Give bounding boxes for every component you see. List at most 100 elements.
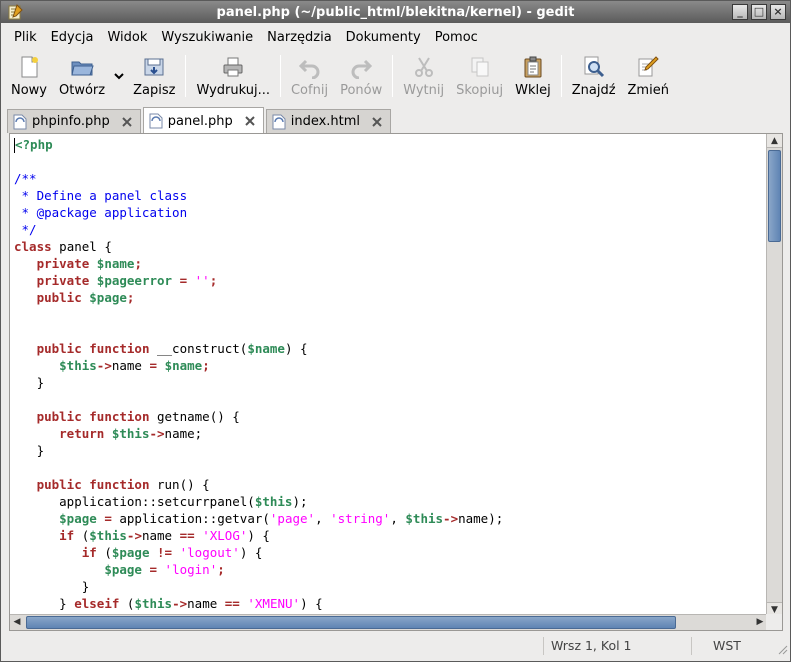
code-line[interactable]: $page = 'login';: [14, 561, 764, 578]
code-token: * @package application: [14, 205, 188, 220]
code-token: }: [14, 579, 90, 594]
copy-button[interactable]: Skopiuj: [450, 51, 509, 98]
scroll-left-arrow-icon[interactable]: ◀: [10, 615, 24, 630]
code-token: * Define a panel class: [14, 188, 188, 203]
open-recent-dropdown[interactable]: [111, 51, 127, 103]
code-token: ;: [202, 358, 210, 373]
code-token: =: [149, 562, 158, 577]
code-token: (: [74, 528, 90, 543]
code-line[interactable]: [14, 153, 764, 170]
code-line[interactable]: }: [14, 442, 764, 459]
horizontal-scrollbar[interactable]: ◀ ▶: [10, 614, 767, 630]
code-token: ) {: [247, 528, 270, 543]
code-line[interactable]: }: [14, 578, 764, 595]
replace-button[interactable]: Zmień: [622, 51, 675, 98]
code-token: __construct(: [149, 341, 248, 356]
code-token: =: [149, 358, 158, 373]
tab-phpinfo-php[interactable]: phpinfo.php: [7, 109, 141, 133]
close-tab-icon[interactable]: [243, 114, 257, 128]
cut-button[interactable]: Wytnij: [397, 51, 450, 98]
code-line[interactable]: class panel {: [14, 238, 764, 255]
new-button[interactable]: Nowy: [5, 51, 53, 98]
code-token: return: [59, 426, 105, 441]
code-line[interactable]: public function getname() {: [14, 408, 764, 425]
menu-view[interactable]: Widok: [100, 30, 154, 45]
horizontal-scroll-thumb[interactable]: [26, 616, 676, 629]
code-token: ;: [217, 562, 225, 577]
code-line[interactable]: * Define a panel class: [14, 187, 764, 204]
close-tab-icon[interactable]: [120, 115, 134, 129]
code-token: */: [14, 222, 37, 237]
code-line[interactable]: [14, 459, 764, 476]
close-window-button[interactable]: ×: [770, 4, 786, 20]
code-line[interactable]: application::setcurrpanel($this);: [14, 493, 764, 510]
code-token: name: [111, 358, 150, 373]
scrollbar-corner: [766, 614, 782, 630]
code-token: $this: [254, 494, 293, 509]
minimize-button[interactable]: _: [732, 4, 748, 20]
menu-tools[interactable]: Narzędzia: [260, 30, 339, 45]
vertical-scroll-thumb[interactable]: [768, 150, 781, 242]
code-token: function: [89, 341, 150, 356]
open-folder-icon: [71, 61, 94, 76]
code-token: ->: [96, 358, 112, 373]
menu-documents[interactable]: Dokumenty: [339, 30, 428, 45]
menu-file[interactable]: Plik: [7, 30, 44, 45]
close-tab-icon[interactable]: [370, 115, 384, 129]
code-text-area[interactable]: <?php /** * Define a panel class * @pack…: [14, 136, 764, 612]
code-line[interactable]: }: [14, 374, 764, 391]
code-token: application::getvar(: [111, 511, 270, 526]
code-token: public: [36, 477, 82, 492]
code-editor[interactable]: <?php /** * Define a panel class * @pack…: [9, 133, 783, 631]
title-bar[interactable]: panel.php (~/public_html/blekitna/kernel…: [1, 1, 790, 23]
scroll-right-arrow-icon[interactable]: ▶: [753, 615, 767, 630]
printer-icon: [223, 57, 243, 77]
code-line[interactable]: if ($page != 'logout') {: [14, 544, 764, 561]
code-token: ->: [443, 511, 459, 526]
code-line[interactable]: private $name;: [14, 255, 764, 272]
menu-edit[interactable]: Edycja: [44, 30, 101, 45]
code-line[interactable]: <?php: [14, 136, 764, 153]
code-line[interactable]: $page = application::getvar('page', 'str…: [14, 510, 764, 527]
new-document-icon: [21, 56, 38, 78]
redo-button[interactable]: Ponów: [334, 51, 388, 98]
insert-mode[interactable]: WST: [713, 638, 741, 653]
vertical-scrollbar[interactable]: ▲ ▼: [766, 134, 782, 616]
undo-button[interactable]: Cofnij: [285, 51, 334, 98]
code-token: ->: [126, 528, 142, 543]
code-token: ,: [390, 511, 406, 526]
php-file-icon: [13, 114, 27, 129]
print-button[interactable]: Wydrukuj...: [190, 51, 276, 98]
code-line[interactable]: public function __construct($name) {: [14, 340, 764, 357]
maximize-button[interactable]: □: [751, 4, 767, 20]
code-line[interactable]: [14, 306, 764, 323]
code-line[interactable]: /**: [14, 170, 764, 187]
code-line[interactable]: [14, 323, 764, 340]
code-line[interactable]: private $pageerror = '';: [14, 272, 764, 289]
code-line[interactable]: public $page;: [14, 289, 764, 306]
code-token: <?php: [15, 137, 53, 152]
menu-search[interactable]: Wyszukiwanie: [154, 30, 260, 45]
code-line[interactable]: [14, 391, 764, 408]
menu-help[interactable]: Pomoc: [428, 30, 485, 45]
scroll-up-arrow-icon[interactable]: ▲: [767, 134, 782, 148]
code-line[interactable]: $this->name = $name;: [14, 357, 764, 374]
tab-panel-php[interactable]: panel.php: [142, 107, 264, 134]
code-token: ) {: [239, 545, 263, 560]
find-button[interactable]: Znajdź: [566, 51, 622, 98]
status-bar: Wrsz 1, Kol 1 WST: [1, 633, 790, 657]
tab-index-html[interactable]: index.html: [265, 109, 392, 133]
resize-grip-icon[interactable]: [776, 643, 788, 655]
code-token: $this: [405, 511, 444, 526]
save-button[interactable]: Zapisz: [127, 51, 181, 98]
code-line[interactable]: return $this->name;: [14, 425, 764, 442]
code-line[interactable]: if ($this->name == 'XLOG') {: [14, 527, 764, 544]
code-line[interactable]: * @package application: [14, 204, 764, 221]
code-token: =: [179, 273, 188, 288]
paste-button[interactable]: Wklej: [509, 51, 557, 98]
open-button[interactable]: Otwórz: [53, 51, 111, 98]
code-line[interactable]: */: [14, 221, 764, 238]
code-line[interactable]: } elseif ($this->name == 'XMENU') {: [14, 595, 764, 612]
code-line[interactable]: public function run() {: [14, 476, 764, 493]
code-token: getname() {: [149, 409, 240, 424]
